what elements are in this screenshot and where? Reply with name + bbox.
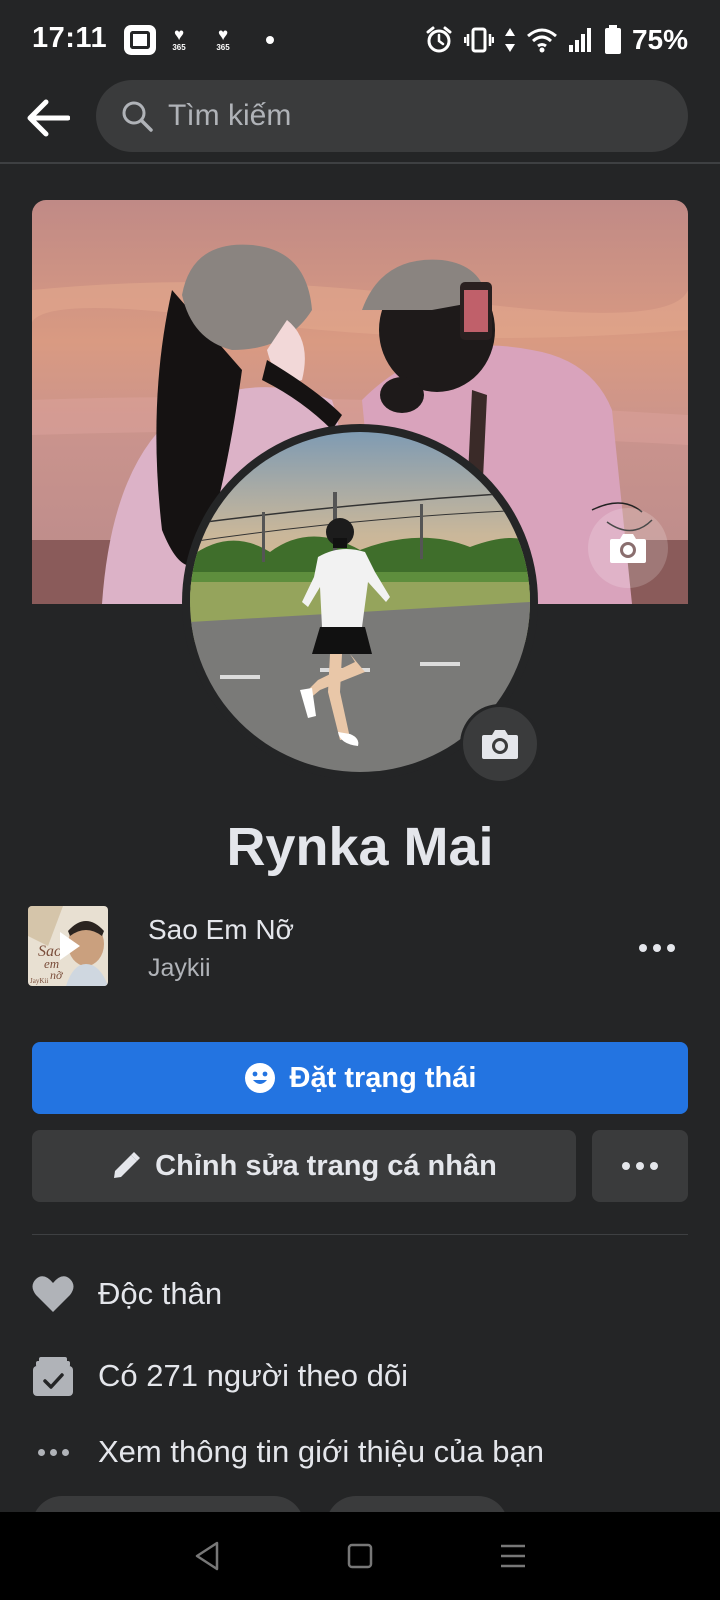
back-button[interactable] xyxy=(22,92,74,144)
more-dots-icon xyxy=(622,1162,630,1170)
nav-recents-button[interactable] xyxy=(483,1526,543,1586)
search-input[interactable] xyxy=(168,99,648,133)
edit-profile-label: Chỉnh sửa trang cá nhân xyxy=(155,1149,497,1182)
status-bar: 17:11 ♥ 365 ♥ 365 75% xyxy=(0,0,720,80)
triangle-back-icon xyxy=(195,1541,218,1571)
search-icon xyxy=(122,101,153,132)
profile-music[interactable]: Sao em nỡ JayKii Sao Em Nỡ Jaykii xyxy=(28,906,692,988)
followers-count: Có 271 người theo dõi xyxy=(98,1358,408,1393)
camera-icon xyxy=(610,534,646,563)
wifi-icon xyxy=(526,28,557,53)
more-dot xyxy=(650,1162,658,1170)
set-status-label: Đặt trạng thái xyxy=(289,1061,477,1094)
edit-profile-button[interactable]: Chỉnh sửa trang cá nhân xyxy=(32,1130,576,1202)
set-status-button[interactable]: Đặt trạng thái xyxy=(32,1042,688,1114)
status-time: 17:11 xyxy=(32,22,108,54)
heart-365-notification-icon: ♥ 365 xyxy=(172,25,186,52)
song-artist: Jaykii xyxy=(148,954,211,982)
data-transfer-icon xyxy=(504,28,515,52)
square-home-icon xyxy=(347,1543,373,1569)
album-art-word-3: nỡ xyxy=(50,968,63,982)
more-horizontal-icon xyxy=(32,1431,74,1473)
pencil-icon xyxy=(114,1152,141,1178)
system-nav-bar xyxy=(0,1512,720,1600)
more-dots-icon xyxy=(639,944,647,952)
cell-signal-icon xyxy=(568,28,591,52)
heart-icon xyxy=(32,1273,74,1315)
section-divider xyxy=(32,1234,688,1235)
edit-cover-photo-button[interactable] xyxy=(588,508,668,588)
followers-icon xyxy=(32,1355,74,1397)
smiley-icon xyxy=(244,1063,275,1093)
top-bar xyxy=(0,80,720,164)
more-dot xyxy=(653,944,661,952)
edit-profile-photo-button[interactable] xyxy=(460,704,540,784)
song-title: Sao Em Nỡ xyxy=(148,914,294,945)
see-about-info-link: Xem thông tin giới thiệu của bạn xyxy=(98,1434,545,1469)
followers-row[interactable]: Có 271 người theo dõi xyxy=(32,1348,688,1404)
battery-icon xyxy=(604,25,621,54)
relationship-status: Độc thân xyxy=(98,1276,223,1311)
menu-lines-icon xyxy=(501,1544,526,1568)
album-art-signature: JayKii xyxy=(30,977,48,985)
see-about-row[interactable]: Xem thông tin giới thiệu của bạn xyxy=(32,1424,688,1480)
search-bar[interactable] xyxy=(96,80,688,152)
capcut-notification-icon xyxy=(124,25,156,55)
alarm-icon xyxy=(426,26,452,53)
camera-icon xyxy=(482,730,518,759)
more-notifications-dot-icon xyxy=(266,36,274,44)
arrow-back-icon xyxy=(27,99,70,137)
profile-name: Rynka Mai xyxy=(226,817,494,877)
album-art[interactable]: Sao em nỡ JayKii xyxy=(28,906,108,986)
heart-365-notification-icon-2: ♥ 365 xyxy=(216,25,230,52)
relationship-row: Độc thân xyxy=(32,1266,688,1322)
battery-percent: 75% xyxy=(631,24,688,55)
nav-back-button[interactable] xyxy=(177,1526,237,1586)
music-more-options-button[interactable] xyxy=(632,928,682,968)
vibrate-icon xyxy=(463,27,494,53)
more-dot xyxy=(667,944,675,952)
nav-home-button[interactable] xyxy=(330,1526,390,1586)
more-dot xyxy=(636,1162,644,1170)
profile-more-options-button[interactable] xyxy=(592,1130,688,1202)
album-art-image: Sao em nỡ JayKii xyxy=(28,906,108,986)
